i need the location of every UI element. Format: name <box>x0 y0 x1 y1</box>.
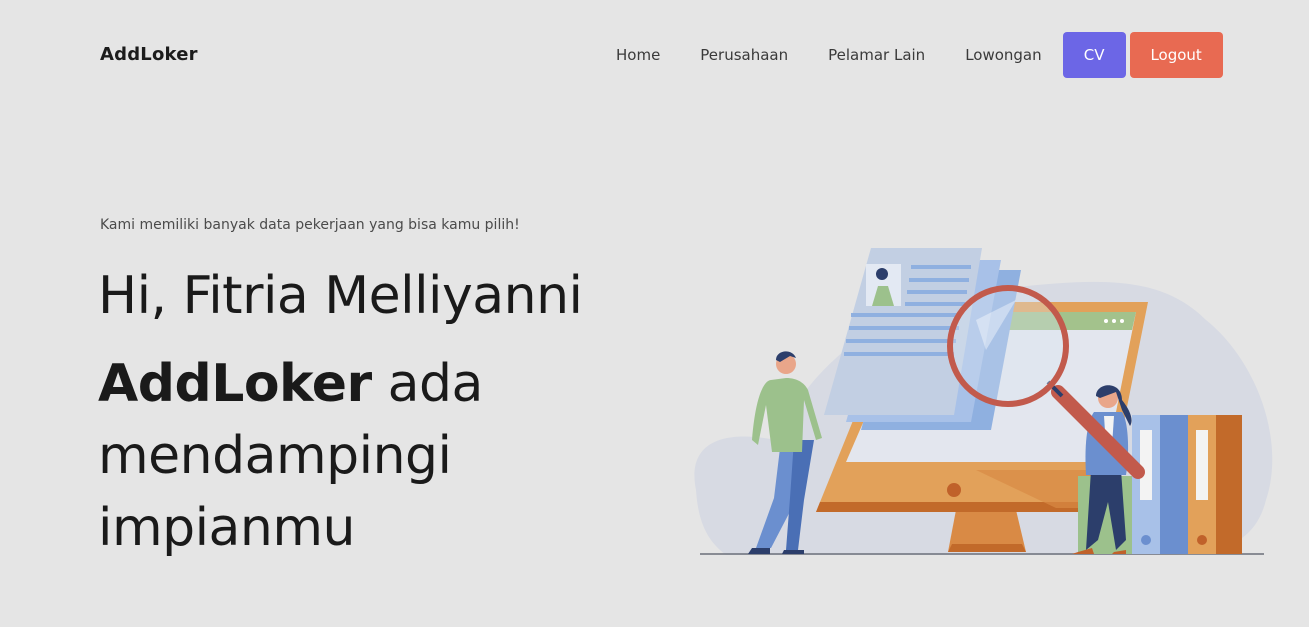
nav-lowongan[interactable]: Lowongan <box>945 46 1061 64</box>
nav-links: Home Perusahaan Pelamar Lain Lowongan CV… <box>596 32 1223 78</box>
nav-perusahaan[interactable]: Perusahaan <box>680 46 808 64</box>
hero-tagline: AddLoker ada mendampingi impianmu <box>98 348 658 564</box>
cv-button[interactable]: CV <box>1062 32 1126 78</box>
brand-logo[interactable]: AddLoker <box>100 44 198 65</box>
logout-button[interactable]: Logout <box>1129 32 1223 78</box>
hero-greeting: Hi, Fitria Melliyanni <box>98 266 583 326</box>
nav-home[interactable]: Home <box>596 46 680 64</box>
nav-pelamar-lain[interactable]: Pelamar Lain <box>808 46 945 64</box>
navbar: AddLoker Home Perusahaan Pelamar Lain Lo… <box>0 0 1309 110</box>
hero-subtitle: Kami memiliki banyak data pekerjaan yang… <box>100 217 520 233</box>
hero-brand: AddLoker <box>98 354 372 414</box>
monitor-power-dot <box>947 483 961 497</box>
job-search-illustration <box>694 248 1273 555</box>
